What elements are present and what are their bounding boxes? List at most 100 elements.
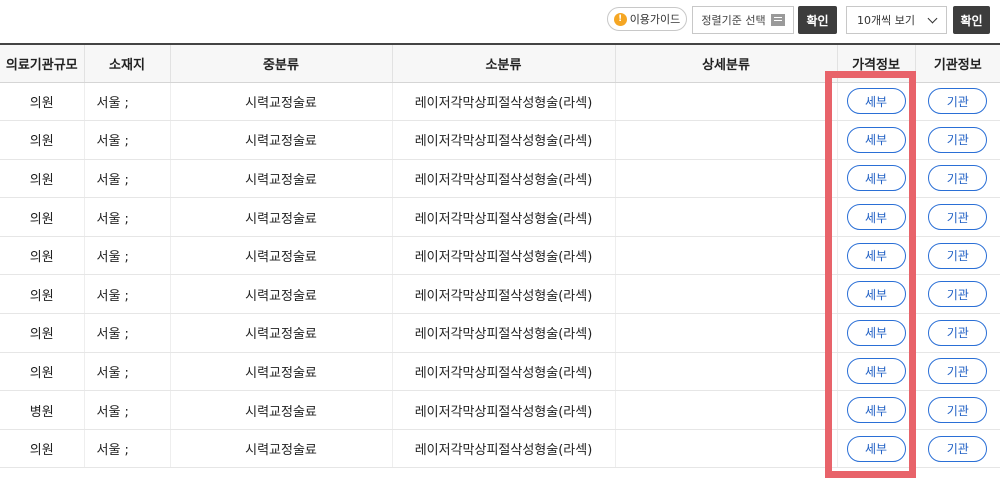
org-info-cell: 기관 [915,352,1000,392]
cell-facility-size: 의원 [0,82,85,122]
exclamation-icon: ! [613,12,627,26]
org-info-cell: 기관 [915,159,1000,199]
table-row: 의원 서울 ; 시력교정술료 레이저각막상피절삭성형술(라섹) 세부 기관 [0,120,1000,160]
cell-sub-category: 레이저각막상피절삭성형술(라섹) [392,352,616,392]
usage-guide-button[interactable]: ! 이용가이드 [607,7,687,31]
cell-detail-category [615,313,838,353]
cell-location: 서울 ; [84,120,171,160]
cell-mid-category: 시력교정술료 [170,313,393,353]
cell-detail-category [615,82,838,122]
table-row: 의원 서울 ; 시력교정술료 레이저각막상피절삭성형술(라섹) 세부 기관 [0,159,1000,199]
table-header-row: 의료기관규모 소재지 중분류 소분류 상세분류 가격정보 기관정보 [0,43,1000,83]
cell-sub-category: 레이저각막상피절삭성형술(라섹) [392,313,616,353]
usage-guide-label: 이용가이드 [629,13,681,26]
table-row: 의원 서울 ; 시력교정술료 레이저각막상피절삭성형술(라섹) 세부 기관 [0,82,1000,122]
org-info-button[interactable]: 기관 [928,397,988,424]
cell-sub-category: 레이저각막상피절삭성형술(라섹) [392,429,616,469]
org-info-button[interactable]: 기관 [928,281,988,308]
header-price-info: 가격정보 [837,43,916,83]
cell-detail-category [615,390,838,430]
cell-mid-category: 시력교정술료 [170,352,393,392]
sort-select-label: 정렬기준 선택 [701,14,766,27]
chevron-down-icon [927,13,938,24]
sort-confirm-button[interactable]: 확인 [798,6,837,34]
price-detail-cell: 세부 [837,197,916,237]
header-mid-category[interactable]: 중분류 [170,43,393,83]
cell-mid-category: 시력교정술료 [170,390,393,430]
price-detail-cell: 세부 [837,236,916,276]
org-info-button[interactable]: 기관 [928,242,988,269]
cell-facility-size: 의원 [0,352,85,392]
cell-detail-category [615,236,838,276]
table-row: 의원 서울 ; 시력교정술료 레이저각막상피절삭성형술(라섹) 세부 기관 [0,236,1000,276]
cell-facility-size: 병원 [0,390,85,430]
toolbar: ! 이용가이드 정렬기준 선택 확인 10개씩 보기 확인 [0,4,1000,36]
price-detail-button[interactable]: 세부 [846,165,906,192]
cell-detail-category [615,120,838,160]
price-detail-button[interactable]: 세부 [846,319,906,346]
cell-mid-category: 시력교정술료 [170,236,393,276]
cell-detail-category [615,197,838,237]
price-detail-cell: 세부 [837,390,916,430]
price-detail-cell: 세부 [837,120,916,160]
price-detail-button[interactable]: 세부 [846,435,906,462]
org-info-button[interactable]: 기관 [928,204,988,231]
price-detail-button[interactable]: 세부 [846,242,906,269]
org-info-cell: 기관 [915,313,1000,353]
org-info-cell: 기관 [915,429,1000,469]
cell-location: 서울 ; [84,197,171,237]
header-facility-size[interactable]: 의료기관규모 [0,43,85,83]
org-info-button[interactable]: 기관 [928,126,988,153]
header-location[interactable]: 소재지 [84,43,171,83]
cell-facility-size: 의원 [0,274,85,315]
price-detail-button[interactable]: 세부 [846,281,906,308]
price-detail-button[interactable]: 세부 [846,88,906,115]
cell-detail-category [615,274,838,315]
cell-mid-category: 시력교정술료 [170,159,393,199]
org-info-cell: 기관 [915,274,1000,315]
header-org-info: 기관정보 [915,43,1000,83]
cell-detail-category [615,429,838,469]
org-info-cell: 기관 [915,120,1000,160]
org-info-button[interactable]: 기관 [928,435,988,462]
org-info-cell: 기관 [915,236,1000,276]
cell-location: 서울 ; [84,82,171,122]
table-row: 의원 서울 ; 시력교정술료 레이저각막상피절삭성형술(라섹) 세부 기관 [0,313,1000,353]
org-info-button[interactable]: 기관 [928,88,988,115]
cell-sub-category: 레이저각막상피절삭성형술(라섹) [392,197,616,237]
table-row: 의원 서울 ; 시력교정술료 레이저각막상피절삭성형술(라섹) 세부 기관 [0,274,1000,315]
price-detail-button[interactable]: 세부 [846,204,906,231]
list-icon [770,14,785,26]
price-detail-button[interactable]: 세부 [846,397,906,424]
price-detail-button[interactable]: 세부 [846,126,906,153]
header-detail-category[interactable]: 상세분류 [615,43,838,83]
cell-mid-category: 시력교정술료 [170,274,393,315]
sort-select-button[interactable]: 정렬기준 선택 [692,6,794,34]
header-sub-category[interactable]: 소분류 [392,43,616,83]
cell-location: 서울 ; [84,313,171,353]
cell-location: 서울 ; [84,236,171,276]
price-detail-cell: 세부 [837,274,916,315]
cell-sub-category: 레이저각막상피절삭성형술(라섹) [392,390,616,430]
org-info-button[interactable]: 기관 [928,319,988,346]
cell-location: 서울 ; [84,159,171,199]
org-info-button[interactable]: 기관 [928,165,988,192]
cell-facility-size: 의원 [0,429,85,469]
cell-detail-category [615,352,838,392]
per-page-confirm-button[interactable]: 확인 [953,6,990,34]
org-info-button[interactable]: 기관 [928,358,988,385]
price-detail-cell: 세부 [837,352,916,392]
cell-mid-category: 시력교정술료 [170,429,393,469]
price-detail-button[interactable]: 세부 [846,358,906,385]
cell-location: 서울 ; [84,390,171,430]
cell-facility-size: 의원 [0,120,85,160]
per-page-select[interactable]: 10개씩 보기 [846,6,947,34]
cell-location: 서울 ; [84,352,171,392]
cell-mid-category: 시력교정술료 [170,197,393,237]
cell-sub-category: 레이저각막상피절삭성형술(라섹) [392,274,616,315]
cell-sub-category: 레이저각막상피절삭성형술(라섹) [392,120,616,160]
price-detail-cell: 세부 [837,429,916,469]
cell-location: 서울 ; [84,274,171,315]
cell-sub-category: 레이저각막상피절삭성형술(라섹) [392,159,616,199]
org-info-cell: 기관 [915,390,1000,430]
